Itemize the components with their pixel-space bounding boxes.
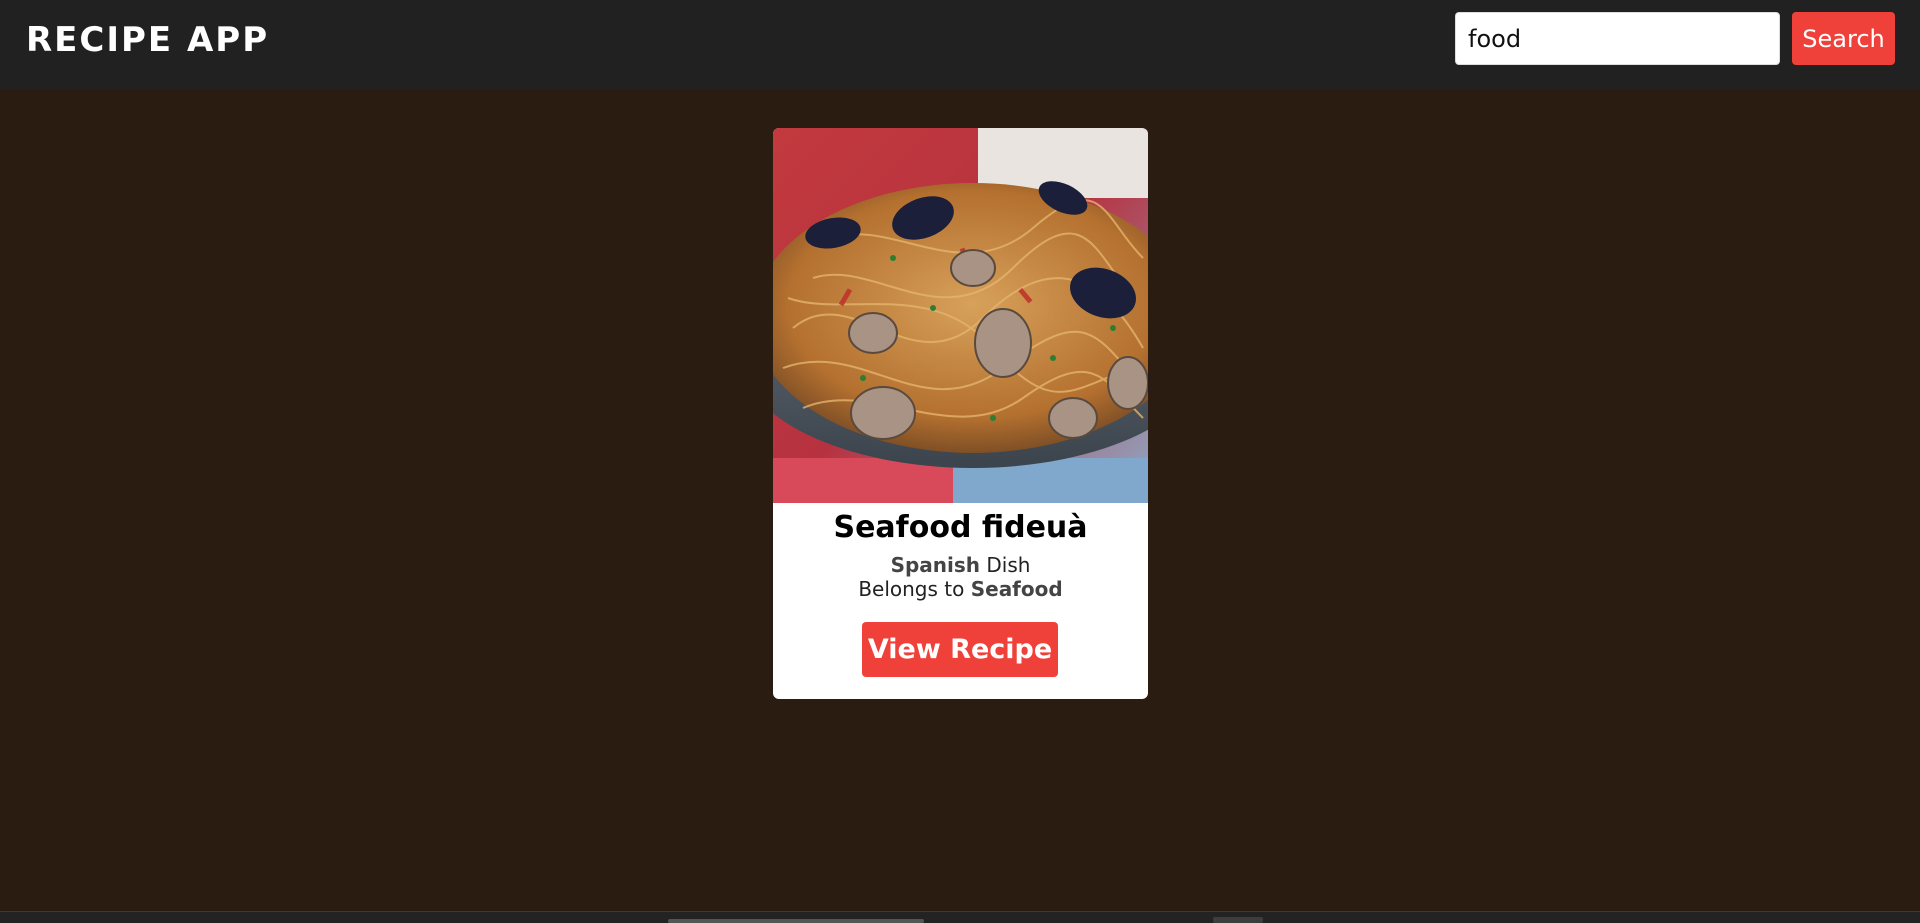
- recipe-area-suffix: Dish: [986, 553, 1031, 577]
- recipe-category: Seafood: [970, 577, 1063, 601]
- scroll-thumb[interactable]: [668, 919, 924, 923]
- recipe-area-line: Spanish Dish: [773, 553, 1148, 577]
- bottom-bar-chip: [1213, 917, 1263, 923]
- recipe-category-line: Belongs to Seafood: [773, 577, 1148, 601]
- app-logo-title: RECIPE APP: [26, 20, 270, 60]
- recipe-category-prefix: Belongs to: [858, 577, 965, 601]
- search-input[interactable]: [1455, 12, 1780, 65]
- view-recipe-button[interactable]: View Recipe: [862, 622, 1058, 677]
- recipe-image: [773, 128, 1148, 503]
- recipe-area: Spanish: [890, 553, 981, 577]
- search-button[interactable]: Search: [1792, 12, 1895, 65]
- recipe-title: Seafood fideuà: [833, 510, 1088, 545]
- top-nav-bar: RECIPE APP Search: [0, 0, 1920, 89]
- recipe-card: Seafood fideuà Spanish Dish Belongs to S…: [773, 128, 1148, 699]
- bottom-bar: [0, 911, 1920, 923]
